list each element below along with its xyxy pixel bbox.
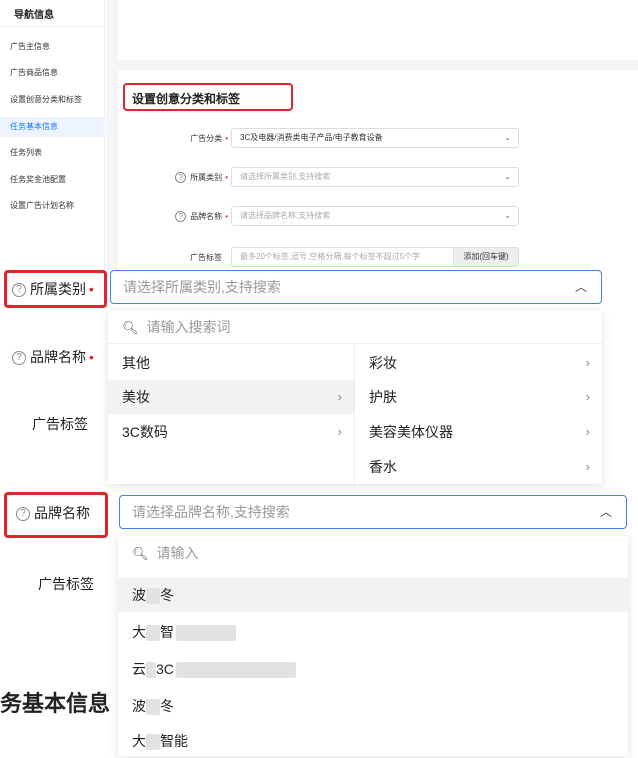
category-dropdown: 🔍︎ 请输入搜索词 其他 美妆 › 3C数码 › 彩妆 › 护肤 › 美容美体仪器 › 香水… [108, 310, 602, 484]
task-basic-info-heading: 务基本信息 [0, 691, 111, 716]
brand-option[interactable]: 波冬 [118, 578, 628, 612]
chevron-right-icon: › [585, 389, 590, 404]
category-item[interactable]: 其他 [108, 346, 354, 380]
belong-category-big-label: ? 所属类别 • [12, 279, 94, 299]
brand-option[interactable]: 大智 [118, 615, 628, 649]
tag-big-label: 广告标签 [32, 416, 88, 432]
search-icon: 🔍︎ [122, 320, 139, 335]
brand-big-select[interactable]: 请选择品牌名称,支持搜索 ︿ [119, 495, 627, 529]
blurred-text [146, 625, 160, 642]
tag-input[interactable]: 最多20个标签,逗号,空格分隔,每个标签不超过5个字 [231, 247, 453, 267]
belong-category-label: ? 所属类别 • [150, 172, 228, 184]
belong-category-big-select[interactable]: 请选择所属类别,支持搜索 ︿ [110, 270, 602, 304]
tag-label: 广告标签 [190, 253, 222, 262]
chevron-right-icon: › [585, 355, 590, 370]
previous-card [118, 0, 638, 60]
chevron-up-icon: ︿ [599, 505, 612, 519]
nav-item-advertiser[interactable]: 广告主信息 [0, 37, 105, 57]
nav-sidebar: 导航信息 广告主信息 广告商品信息 设置创意分类和标签 任务基本信息 任务列表 … [0, 0, 105, 270]
subcategory-item[interactable]: 美容美体仪器 › [355, 415, 602, 449]
help-icon: ? [16, 507, 30, 522]
chevron-down-icon: ⌄ [504, 133, 511, 142]
chevron-right-icon: › [337, 389, 342, 404]
add-tag-button[interactable]: 添加(回车键) [453, 247, 519, 267]
brand-search[interactable]: 🔍︎ 请输入 [118, 536, 628, 570]
brand-option[interactable]: 云 3C [118, 652, 628, 686]
subcategory-item[interactable]: 护肤 › [355, 380, 602, 414]
help-icon: ? [12, 351, 26, 366]
brand-option[interactable]: 大智能 [118, 724, 628, 758]
brand-big-label: ? 品牌名称 • [12, 347, 94, 367]
ad-category-label: 广告分类 • [190, 134, 228, 143]
category-search[interactable]: 🔍︎ 请输入搜索词 [108, 310, 602, 344]
blurred-text [176, 625, 236, 642]
brand-select[interactable]: 请选择品牌名称,支持搜索 ⌄ [231, 206, 519, 226]
help-icon: ? [175, 211, 187, 223]
nav-divider [0, 26, 105, 27]
subcategory-item[interactable]: 香水 › [355, 450, 602, 484]
nav-item-plan-name[interactable]: 设置广告计划名称 [0, 196, 105, 216]
nav-item-product[interactable]: 广告商品信息 [0, 63, 105, 83]
subcategory-item[interactable]: 彩妆 › [355, 346, 602, 380]
chevron-down-icon: ⌄ [504, 211, 511, 220]
category-item[interactable]: 3C数码 › [108, 415, 354, 449]
nav-item-bonus-pool[interactable]: 任务奖金池配置 [0, 170, 105, 190]
brand-option[interactable]: 波冬 [118, 689, 628, 723]
category-item[interactable]: 美妆 › [108, 380, 354, 414]
nav-item-creative-tags[interactable]: 设置创意分类和标签 [0, 90, 105, 110]
help-icon: ? [12, 283, 26, 298]
blurred-text [146, 699, 160, 716]
search-icon: 🔍︎ [132, 546, 149, 561]
chevron-up-icon: ︿ [574, 280, 587, 294]
brand-panel-label: ? 品牌名称 [16, 503, 90, 523]
blurred-text [146, 734, 160, 751]
tag-panel-label: 广告标签 [38, 576, 94, 592]
nav-item-task-list[interactable]: 任务列表 [0, 143, 105, 163]
nav-title: 导航信息 [14, 10, 54, 21]
section-title: 设置创意分类和标签 [132, 92, 241, 106]
ad-category-select[interactable]: 3C及电器/消费类电子产品/电子教育设备 ⌄ [231, 128, 519, 148]
brand-label: ? 品牌名称 • [150, 211, 228, 223]
belong-category-select[interactable]: 请选择所属类别,支持搜索 ⌄ [231, 167, 519, 187]
chevron-right-icon: › [585, 424, 590, 439]
blurred-text [146, 662, 156, 679]
chevron-right-icon: › [337, 424, 342, 439]
chevron-right-icon: › [585, 459, 590, 474]
brand-dropdown: 🔍︎ 请输入 波冬 大智 云 3C 波冬 大智能 [118, 536, 628, 756]
blurred-text [175, 662, 296, 679]
chevron-down-icon: ⌄ [504, 172, 511, 181]
top-screenshot: 导航信息 广告主信息 广告商品信息 设置创意分类和标签 任务基本信息 任务列表 … [0, 0, 638, 270]
nav-item-task-basic[interactable]: 任务基本信息 [0, 117, 105, 137]
blurred-text [146, 588, 160, 605]
help-icon: ? [175, 172, 187, 184]
